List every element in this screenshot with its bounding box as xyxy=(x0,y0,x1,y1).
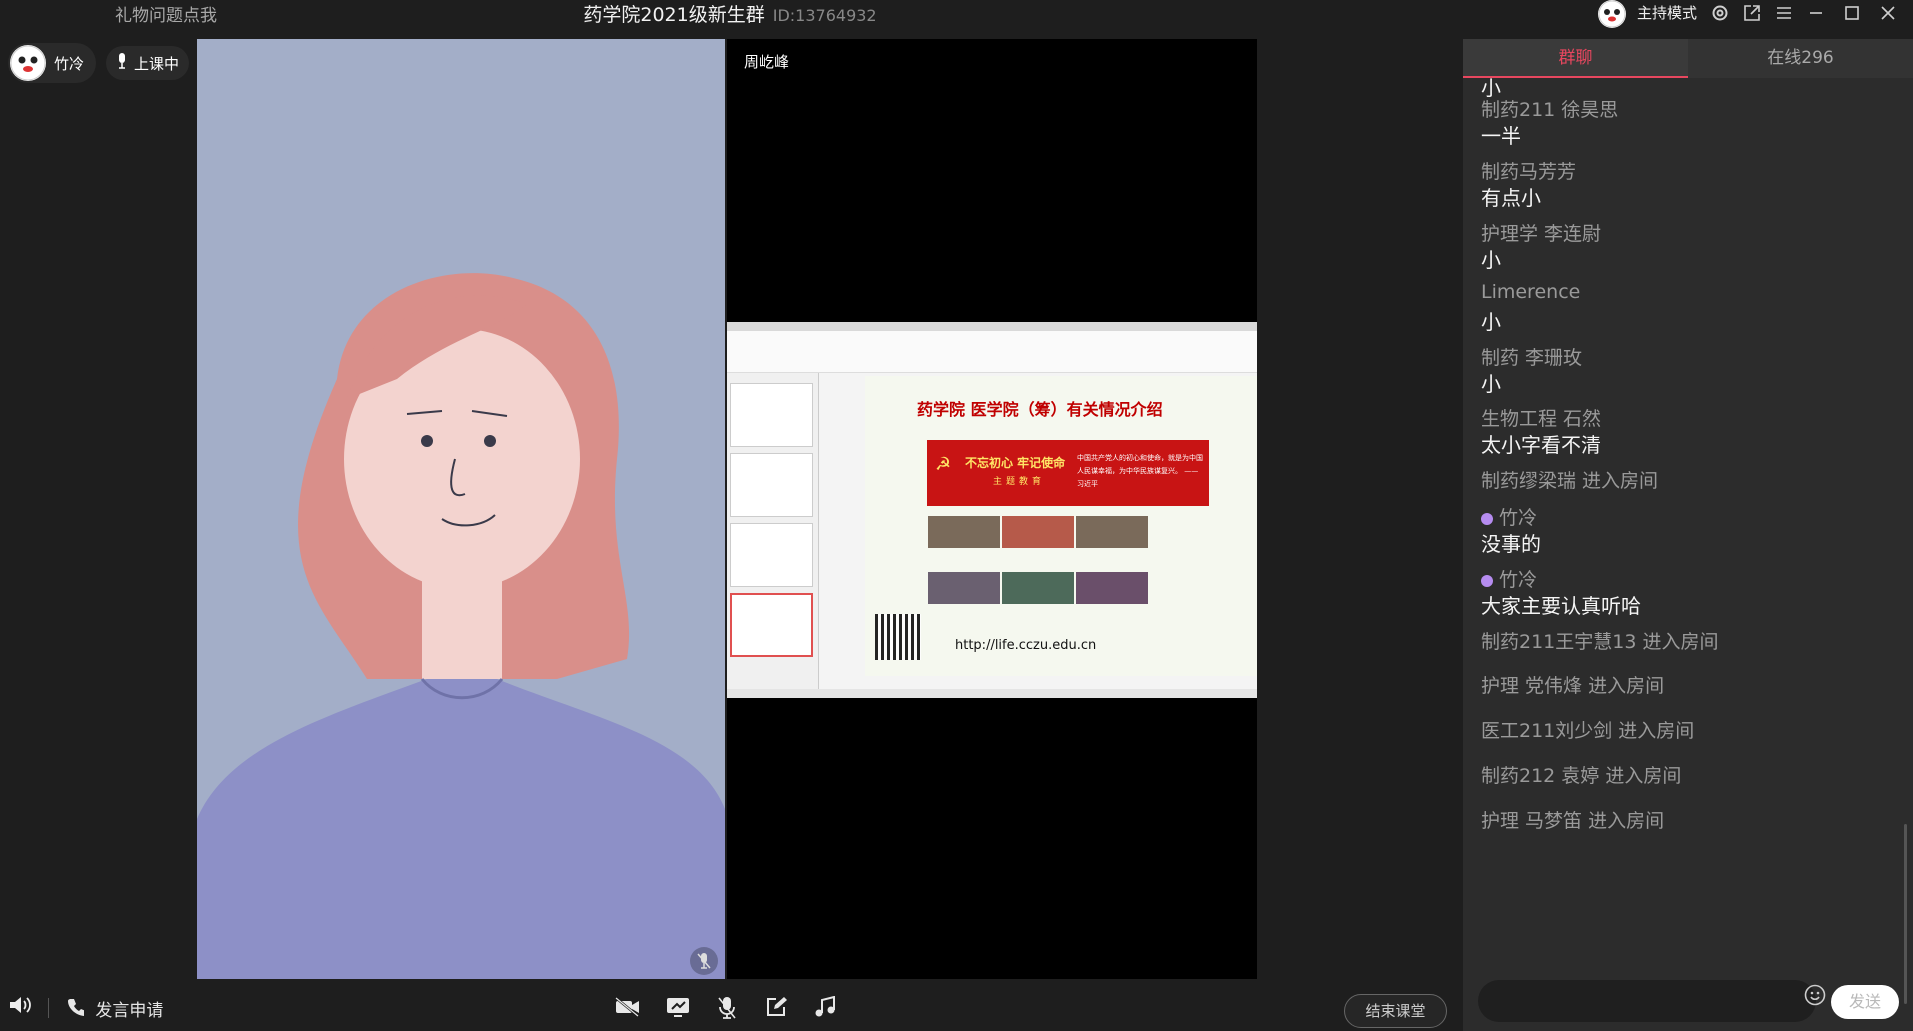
title-bar: 礼物问题点我 药学院2021级新生群 ID:13764932 主持模式 xyxy=(0,0,1913,28)
end-class-button[interactable]: 结束课堂 xyxy=(1344,994,1447,1028)
chat-message-sender: Limerence xyxy=(1481,281,1581,303)
slide-url: http://life.cczu.edu.cn xyxy=(955,638,1097,653)
screen-share-icon[interactable] xyxy=(663,996,693,1022)
ppt-tab-strip xyxy=(727,322,1257,331)
class-status-chip: 上课中 xyxy=(106,46,190,80)
slide-photo xyxy=(1076,572,1148,604)
speak-request-label: 发言申请 xyxy=(95,1001,164,1021)
microphone-icon xyxy=(116,52,128,74)
slide-photo xyxy=(1002,572,1074,604)
chat-message-text: 太小字看不清 xyxy=(1481,433,1601,457)
host-avatar[interactable] xyxy=(1598,0,1626,28)
chat-message-sender-host: 竹冷 xyxy=(1481,503,1537,530)
chat-message-text: 小 xyxy=(1481,310,1501,334)
slide-title: 药学院 医学院（筹）有关情况介绍 xyxy=(917,400,1163,419)
chat-message-sender: 制药 李珊玫 xyxy=(1481,347,1583,369)
bottom-divider xyxy=(48,998,49,1018)
chat-system-message: 护理 马梦笛 进入房间 xyxy=(1481,810,1665,832)
speak-request-button[interactable]: 发言申请 xyxy=(68,996,163,1021)
chat-system-message: 制药211王宇慧13 进入房间 xyxy=(1481,631,1719,653)
camera-icon[interactable] xyxy=(613,996,643,1022)
presenter-video[interactable]: 周屹峰 药学院 医学院（筹）有关情况介绍 ☭ 不忘初心 牢记使命 主题教育 中国… xyxy=(727,39,1257,979)
banner-main: 不忘初心 牢记使命 xyxy=(965,456,1066,470)
microphone-icon[interactable] xyxy=(712,996,742,1022)
host-badge-icon xyxy=(1481,512,1493,525)
chat-message-sender: 竹冷 xyxy=(1499,569,1538,591)
room-title: 药学院2021级新生群 ID:13764932 xyxy=(0,0,1460,27)
chat-message-text: 小 xyxy=(1481,248,1501,272)
room-id: ID:13764932 xyxy=(772,6,877,25)
chat-message-text: 一半 xyxy=(1481,124,1521,148)
slide-thumbnail xyxy=(730,453,813,517)
chat-scrollbar[interactable] xyxy=(1904,824,1907,1004)
chat-message-sender: 护理学 李连尉 xyxy=(1481,223,1602,245)
muted-microphone-icon xyxy=(690,947,718,975)
slide-thumbnail xyxy=(730,383,813,447)
ppt-status-bar xyxy=(727,689,1257,698)
chat-message-text: 大家主要认真听哈 xyxy=(1481,594,1641,618)
presenter-name: 周屹峰 xyxy=(744,53,790,71)
teacher-avatar-illustration xyxy=(197,39,725,979)
slide-photo xyxy=(928,516,1000,548)
ppt-toolbar xyxy=(727,331,1257,373)
banner-sub: 主题教育 xyxy=(993,477,1046,487)
current-user-chip[interactable]: 竹冷 xyxy=(8,43,97,83)
send-button[interactable]: 发送 xyxy=(1831,985,1899,1019)
banner-quote: 中国共产党人的初心和使命，就是为中国人民谋幸福，为中华民族谋复兴。 ——习近平 xyxy=(1077,454,1203,488)
chat-message-sender: 制药马芳芳 xyxy=(1481,161,1577,183)
class-status-label: 上课中 xyxy=(134,54,180,73)
chat-system-message: 制药212 袁婷 进入房间 xyxy=(1481,765,1682,787)
user-avatar xyxy=(10,45,46,81)
user-name: 竹冷 xyxy=(54,54,85,73)
slide-photo xyxy=(1076,516,1148,548)
slide-thumbnail xyxy=(730,523,813,587)
popout-icon[interactable] xyxy=(1738,0,1766,26)
room-name: 药学院2021级新生群 xyxy=(583,4,765,26)
minimize-icon[interactable] xyxy=(1802,0,1830,26)
host-mode-label[interactable]: 主持模式 xyxy=(1637,2,1697,23)
menu-icon[interactable] xyxy=(1770,0,1798,26)
current-slide: 药学院 医学院（筹）有关情况介绍 ☭ 不忘初心 牢记使命 主题教育 中国共产党人… xyxy=(865,376,1257,676)
chat-message-sender-host: 竹冷 xyxy=(1481,565,1537,592)
music-icon[interactable] xyxy=(810,995,840,1022)
chat-message-sender: 竹冷 xyxy=(1499,507,1538,529)
emoji-icon[interactable] xyxy=(1799,984,1831,1016)
chat-message-text: 有点小 xyxy=(1481,186,1541,210)
chat-system-message: 医工211刘少剑 进入房间 xyxy=(1481,720,1695,742)
chat-input[interactable] xyxy=(1478,980,1816,1022)
chat-system-message: 制药缪梁瑞 进入房间 xyxy=(1481,470,1659,492)
shared-screen: 药学院 医学院（筹）有关情况介绍 ☭ 不忘初心 牢记使命 主题教育 中国共产党人… xyxy=(727,322,1257,698)
chat-message-sender: 制药211 徐昊思 xyxy=(1481,99,1619,121)
slide-photo xyxy=(928,572,1000,604)
speaker-icon[interactable] xyxy=(8,994,32,1022)
chat-message-text: 小 xyxy=(1481,372,1501,396)
tab-online-users[interactable]: 在线296 xyxy=(1688,39,1913,78)
slide-photo xyxy=(1002,516,1074,548)
close-icon[interactable] xyxy=(1874,0,1902,26)
chat-message-list[interactable]: 小 制药211 徐昊思 一半 制药马芳芳 有点小 护理学 李连尉 小 Limer… xyxy=(1463,78,1913,1003)
settings-icon[interactable] xyxy=(1706,0,1734,26)
qr-code xyxy=(875,614,921,660)
chat-message-text: 没事的 xyxy=(1481,532,1541,556)
phone-icon xyxy=(68,999,89,1021)
tab-group-chat[interactable]: 群聊 xyxy=(1463,39,1688,78)
chat-system-message: 护理 党伟烽 进入房间 xyxy=(1481,675,1665,697)
party-emblem-icon: ☭ xyxy=(935,454,952,475)
maximize-icon[interactable] xyxy=(1838,0,1866,26)
whiteboard-icon[interactable] xyxy=(761,996,791,1022)
host-badge-icon xyxy=(1481,574,1493,587)
ppt-thumbnail-panel xyxy=(727,373,819,689)
chat-panel: 群聊 在线296 小 制药211 徐昊思 一半 制药马芳芳 有点小 护理学 李连… xyxy=(1463,39,1913,1031)
slide-thumbnail-active xyxy=(730,593,813,657)
chat-message-sender: 生物工程 石然 xyxy=(1481,408,1602,430)
teacher-video[interactable] xyxy=(197,39,725,979)
slide-banner: ☭ 不忘初心 牢记使命 主题教育 中国共产党人的初心和使命，就是为中国人民谋幸福… xyxy=(927,440,1209,506)
